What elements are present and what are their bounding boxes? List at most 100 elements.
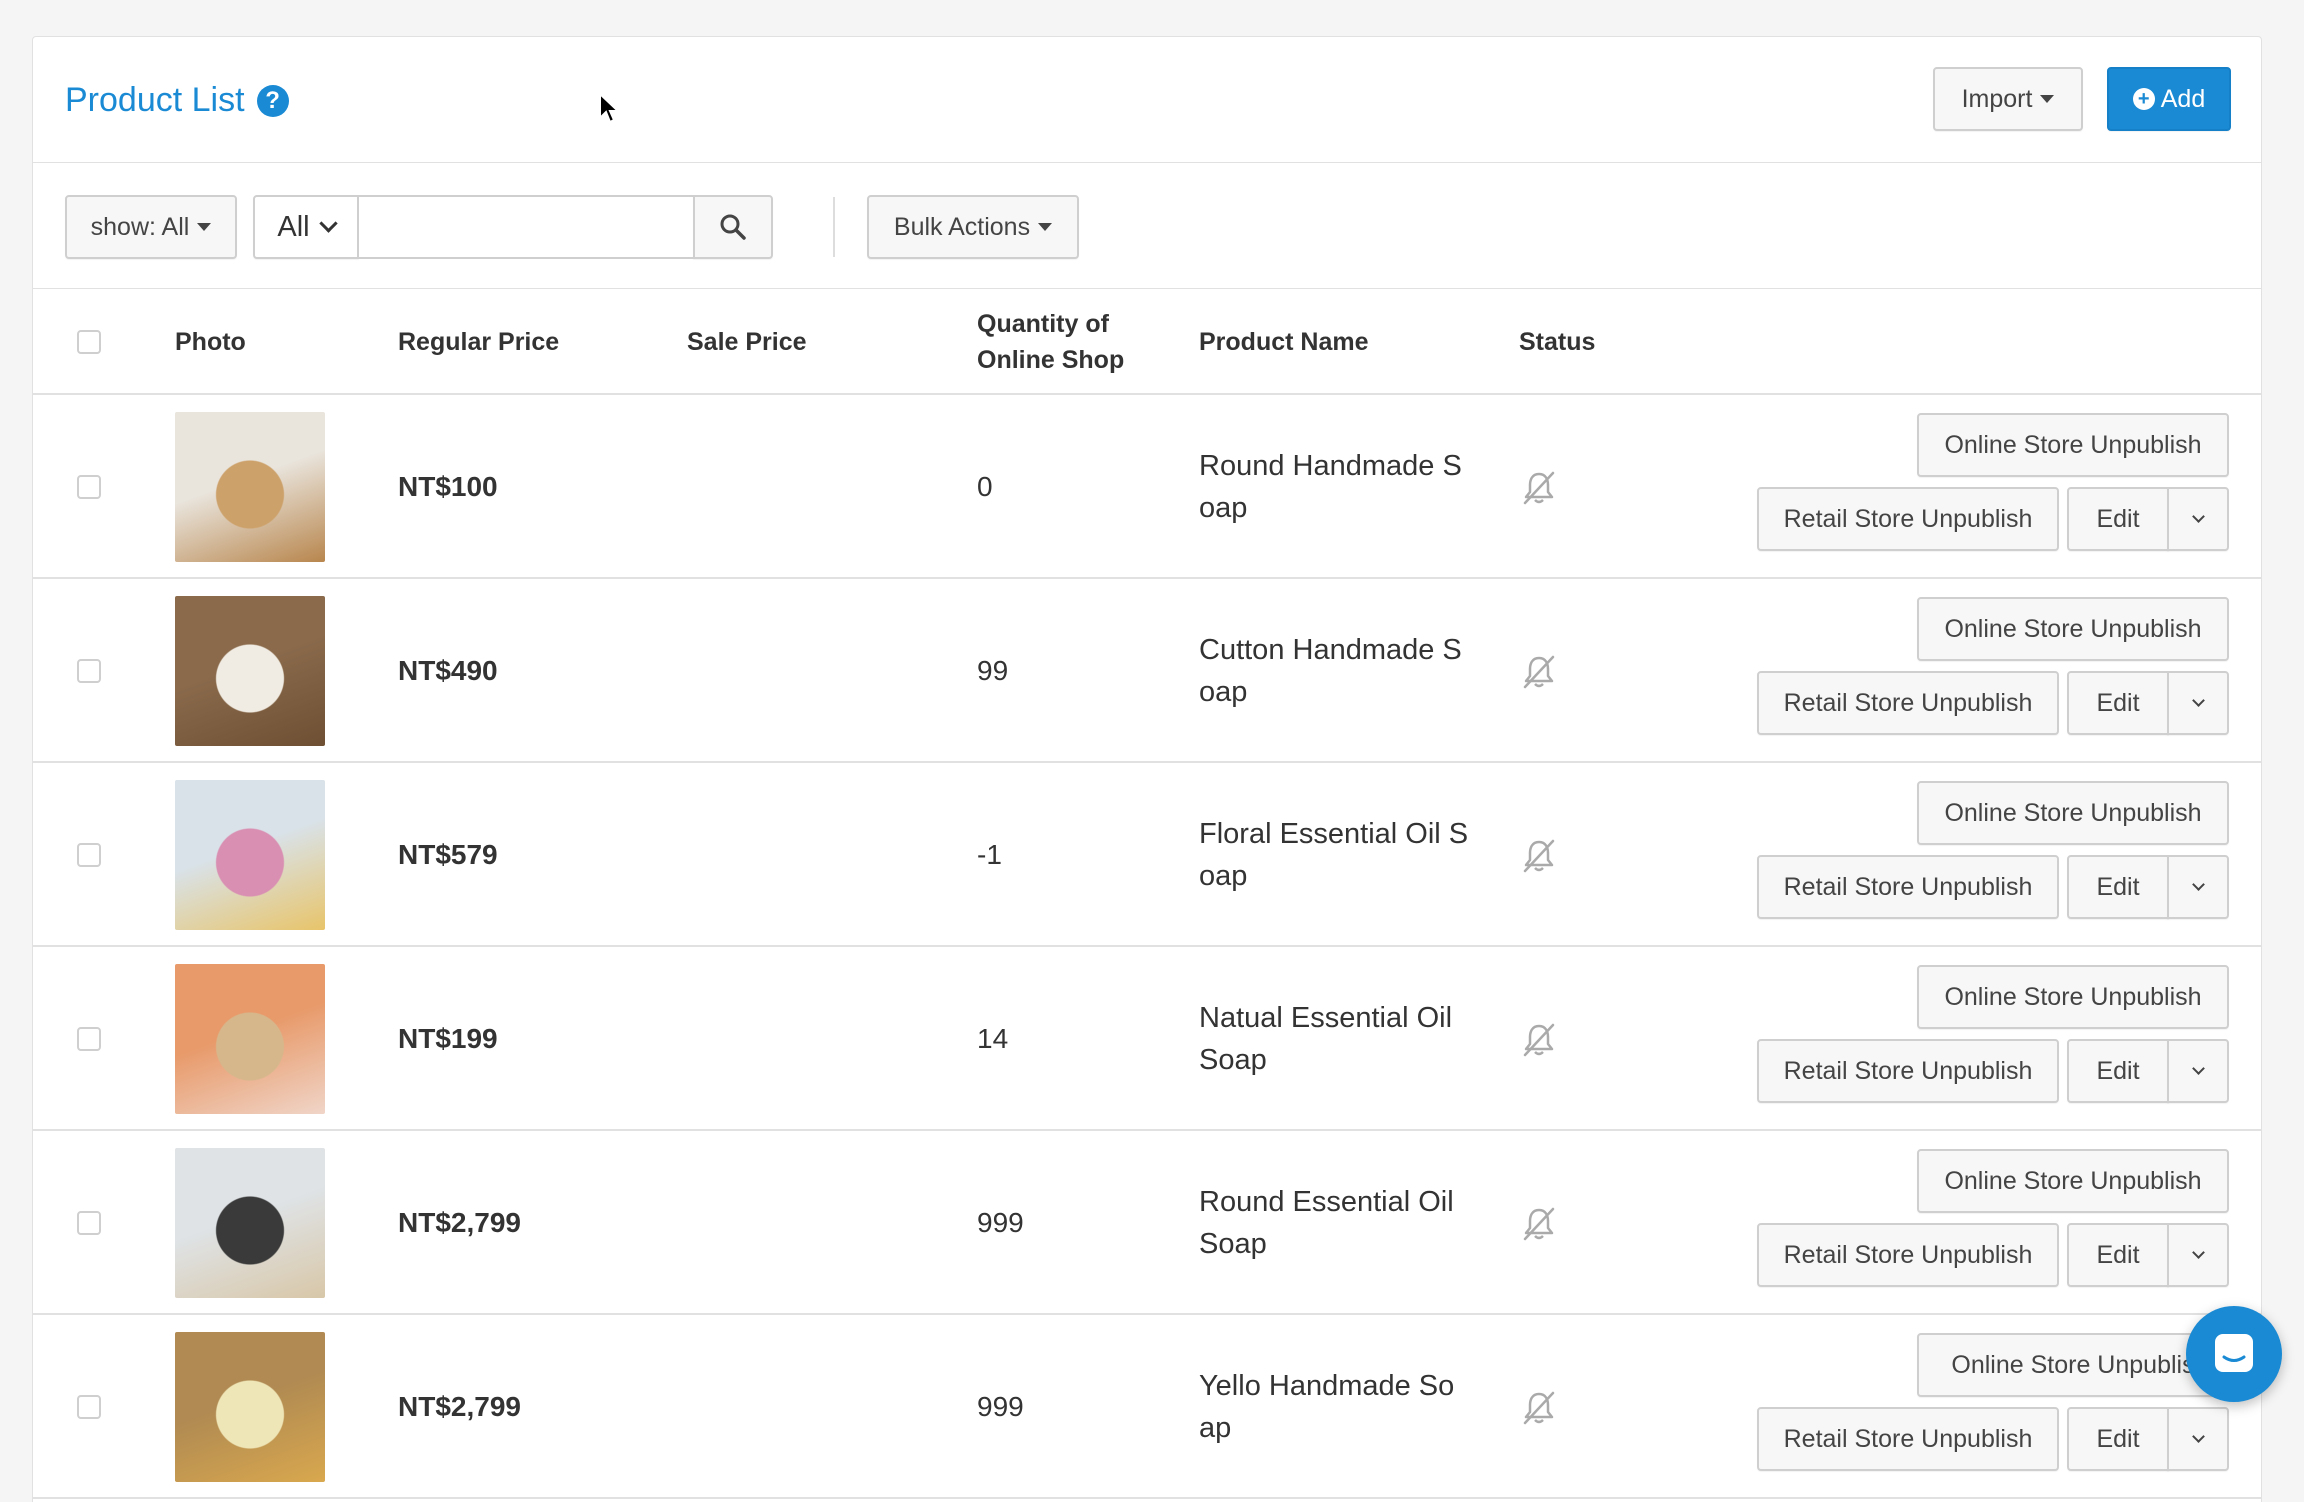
add-button[interactable]: + Add xyxy=(2107,67,2231,131)
product-photo[interactable] xyxy=(175,1332,325,1482)
col-product-name: Product Name xyxy=(1199,328,1369,356)
retail-store-unpublish-button[interactable]: Retail Store Unpublish xyxy=(1757,1407,2059,1471)
add-label: Add xyxy=(2160,84,2206,113)
row-actions-dropdown-button[interactable] xyxy=(2167,1223,2229,1287)
product-name: Yello Handmade Soap xyxy=(1199,1370,1455,1444)
panel-header: Product List ? Import + Add xyxy=(33,37,2261,163)
chevron-down-icon xyxy=(2191,694,2205,707)
row-actions-dropdown-button[interactable] xyxy=(2167,671,2229,735)
retail-store-unpublish-button[interactable]: Retail Store Unpublish xyxy=(1757,487,2059,551)
search-field-value: All xyxy=(277,210,310,243)
online-store-unpublish-button[interactable]: Online Store Unpublish xyxy=(1917,597,2229,661)
regular-price: NT$100 xyxy=(398,471,498,502)
col-sale-price: Sale Price xyxy=(687,328,807,356)
online-store-unpublish-button[interactable]: Online Store Unpublish xyxy=(1917,781,2229,845)
row-checkbox[interactable] xyxy=(77,1027,101,1051)
quantity-online-shop: 14 xyxy=(977,1023,1009,1054)
col-status: Status xyxy=(1519,328,1596,356)
edit-button[interactable]: Edit xyxy=(2067,671,2169,735)
chevron-down-icon xyxy=(318,213,338,233)
bell-slash-icon[interactable] xyxy=(1519,835,1559,875)
row-select-cell xyxy=(77,947,101,1131)
row-actions-dropdown-button[interactable] xyxy=(2167,1407,2229,1471)
retail-store-unpublish-button[interactable]: Retail Store Unpublish xyxy=(1757,855,2059,919)
edit-button[interactable]: Edit xyxy=(2067,487,2169,551)
product-name-cell: Cutton Handmade Soap xyxy=(1199,579,1469,763)
bulk-actions-label: Bulk Actions xyxy=(893,212,1031,241)
col-regular-price: Regular Price xyxy=(398,328,560,356)
page-title: Product List ? xyxy=(65,81,289,120)
row-actions-dropdown-button[interactable] xyxy=(2167,1039,2229,1103)
product-photo[interactable] xyxy=(175,780,325,930)
caret-down-icon xyxy=(197,223,212,231)
row-select-cell xyxy=(77,1315,101,1499)
photo-cell xyxy=(175,395,325,579)
edit-button[interactable]: Edit xyxy=(2067,1407,2169,1471)
edit-button[interactable]: Edit xyxy=(2067,1223,2169,1287)
chevron-down-icon xyxy=(2191,1430,2205,1443)
row-checkbox[interactable] xyxy=(77,1211,101,1235)
edit-button[interactable]: Edit xyxy=(2067,1039,2169,1103)
row-checkbox[interactable] xyxy=(77,475,101,499)
table-header: Photo Regular Price Sale Price Quantity … xyxy=(33,289,2261,395)
online-store-unpublish-button[interactable]: Online Store Unpublish xyxy=(1917,413,2229,477)
product-photo[interactable] xyxy=(175,596,325,746)
question-circle-icon[interactable]: ? xyxy=(256,84,289,117)
status-cell xyxy=(1519,1315,1559,1499)
select-all-checkbox[interactable] xyxy=(77,330,101,354)
product-name: Cutton Handmade Soap xyxy=(1199,634,1462,708)
product-photo[interactable] xyxy=(175,1148,325,1298)
product-name: Round Handmade Soap xyxy=(1199,450,1462,524)
product-name: Round Essential Oil Soap xyxy=(1199,1186,1454,1260)
product-name-cell: Yello Handmade Soap xyxy=(1199,1315,1469,1499)
row-checkbox[interactable] xyxy=(77,843,101,867)
bell-slash-icon[interactable] xyxy=(1519,1203,1559,1243)
table-row: NT$2,799 999 Yello Handmade Soap Online … xyxy=(33,1315,2261,1499)
table-row: NT$100 0 Round Handmade Soap Online Stor… xyxy=(33,395,2261,579)
product-name-cell: Round Handmade Soap xyxy=(1199,395,1469,579)
bell-slash-icon[interactable] xyxy=(1519,651,1559,691)
online-store-unpublish-button[interactable]: Online Store Unpublish xyxy=(1917,965,2229,1029)
quantity-online-shop: -1 xyxy=(977,839,1002,870)
online-store-unpublish-button[interactable]: Online Store Unpublish xyxy=(1917,1149,2229,1213)
row-checkbox[interactable] xyxy=(77,1395,101,1419)
regular-price: NT$199 xyxy=(398,1023,498,1054)
caret-down-icon xyxy=(1038,223,1053,231)
retail-store-unpublish-button[interactable]: Retail Store Unpublish xyxy=(1757,1223,2059,1287)
online-store-unpublish-button[interactable]: Online Store Unpublis xyxy=(1917,1333,2229,1397)
search-field-select[interactable]: All xyxy=(253,195,359,259)
plus-circle-icon: + xyxy=(2132,88,2155,110)
bell-slash-icon[interactable] xyxy=(1519,467,1559,507)
chevron-down-icon xyxy=(2191,1062,2205,1075)
col-photo: Photo xyxy=(175,328,246,356)
chevron-down-icon xyxy=(2191,878,2205,891)
retail-store-unpublish-button[interactable]: Retail Store Unpublish xyxy=(1757,671,2059,735)
caret-down-icon xyxy=(2040,95,2055,103)
edit-button[interactable]: Edit xyxy=(2067,855,2169,919)
retail-store-unpublish-button[interactable]: Retail Store Unpublish xyxy=(1757,1039,2059,1103)
col-quantity-line2: Online Shop xyxy=(977,346,1125,374)
regular-price: NT$579 xyxy=(398,839,498,870)
row-actions-dropdown-button[interactable] xyxy=(2167,487,2229,551)
import-button[interactable]: Import xyxy=(1933,67,2083,131)
photo-cell xyxy=(175,579,325,763)
status-cell xyxy=(1519,947,1559,1131)
search-group: All xyxy=(253,195,773,259)
chat-launcher-button[interactable] xyxy=(2186,1306,2282,1402)
bulk-actions-button[interactable]: Bulk Actions xyxy=(867,195,1079,259)
col-quantity: Quantity of Online Shop xyxy=(977,289,1124,395)
photo-cell xyxy=(175,947,325,1131)
row-actions-dropdown-button[interactable] xyxy=(2167,855,2229,919)
search-input[interactable] xyxy=(359,195,693,259)
row-checkbox[interactable] xyxy=(77,659,101,683)
show-filter-button[interactable]: show: All xyxy=(65,195,237,259)
filter-toolbar: show: All All Bulk Actions xyxy=(33,163,2261,289)
product-photo[interactable] xyxy=(175,412,325,562)
bell-slash-icon[interactable] xyxy=(1519,1019,1559,1059)
regular-price: NT$2,799 xyxy=(398,1207,521,1238)
quantity-online-shop: 99 xyxy=(977,655,1009,686)
bell-slash-icon[interactable] xyxy=(1519,1387,1559,1427)
search-button[interactable] xyxy=(693,195,773,259)
regular-price: NT$490 xyxy=(398,655,498,686)
product-photo[interactable] xyxy=(175,964,325,1114)
